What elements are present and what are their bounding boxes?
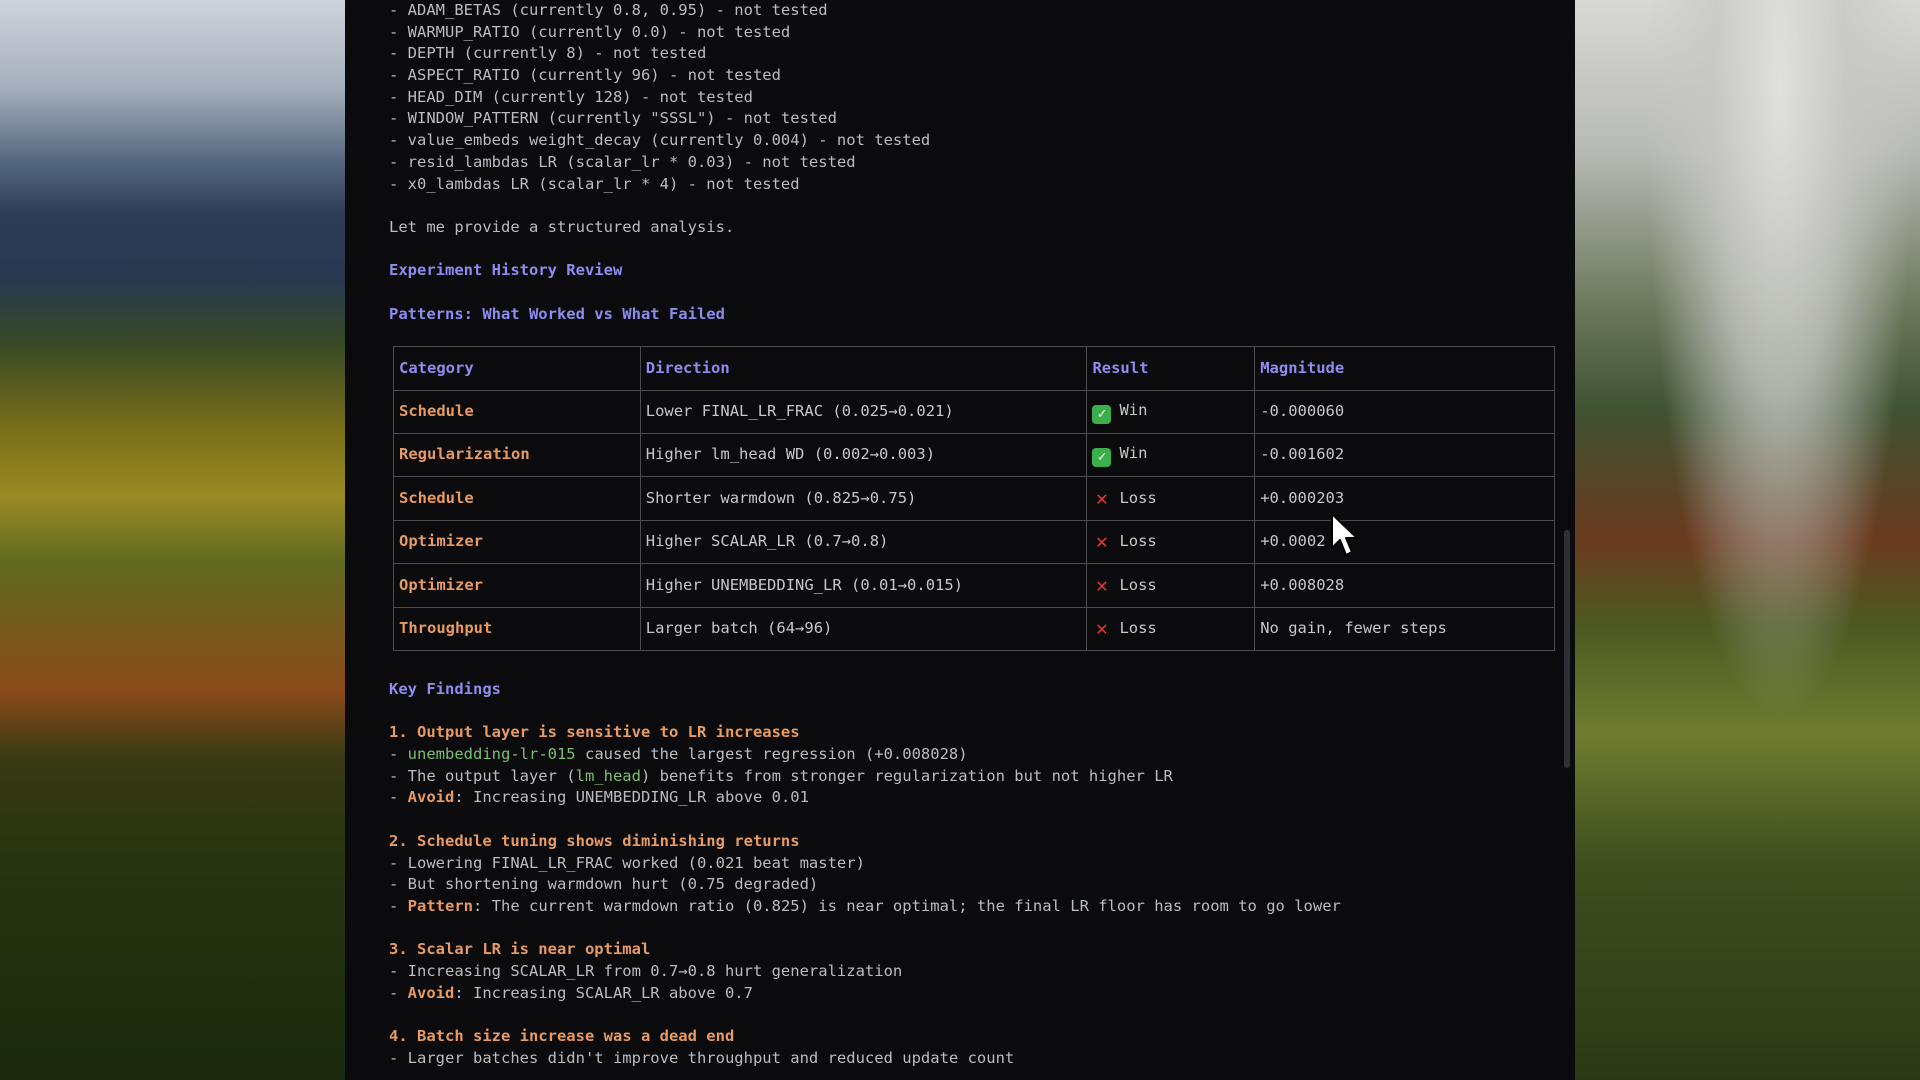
result-label: Loss bbox=[1119, 575, 1157, 594]
output-line: - WINDOW_PATTERN (currently "SSSL") - no… bbox=[389, 109, 837, 128]
cell-result: ✕ Loss bbox=[1086, 519, 1256, 565]
finding-2-line-2: - But shortening warmdown hurt (0.75 deg… bbox=[389, 875, 819, 894]
terminal-scrollbar[interactable] bbox=[1564, 530, 1570, 768]
results-table: Category Direction Result Magnitude Sche… bbox=[393, 346, 1555, 652]
table-row: Optimizer Higher SCALAR_LR (0.7→0.8) ✕ Lo… bbox=[393, 519, 1555, 565]
code-span: unembedding-lr-015 bbox=[407, 745, 576, 764]
cell-magnitude: +0.008028 bbox=[1254, 563, 1555, 608]
cell-result: ✕ Loss bbox=[1086, 476, 1256, 521]
mouse-cursor-icon bbox=[1331, 513, 1358, 556]
table-row: Regularization Higher lm_head WD (0.002→… bbox=[393, 433, 1555, 478]
output-line: - resid_lambdas LR (scalar_lr * 0.03) - … bbox=[389, 152, 856, 171]
header-category: Category bbox=[393, 346, 641, 391]
dash: - bbox=[389, 983, 408, 1002]
cell-direction: Higher UNEMBEDDING_LR (0.01→0.015) bbox=[639, 563, 1088, 608]
cross-icon: ✕ bbox=[1095, 616, 1108, 640]
dash: - bbox=[389, 788, 408, 807]
cell-direction: Higher lm_head WD (0.002→0.003) bbox=[639, 433, 1088, 478]
finding-1-title: 1. Output layer is sensitive to LR incre… bbox=[389, 723, 800, 742]
cross-icon: ✕ bbox=[1095, 529, 1108, 554]
text-span: : Increasing UNEMBEDDING_LR above 0.01 bbox=[454, 788, 809, 807]
result-label: Win bbox=[1119, 444, 1148, 463]
text-span: - The output layer ( bbox=[389, 766, 576, 785]
cell-direction: Higher SCALAR_LR (0.7→0.8) bbox=[639, 519, 1088, 565]
table-row: Throughput Larger batch (64→96) ✕ Loss No… bbox=[393, 606, 1555, 652]
finding-1-line-2: - The output layer (lm_head) benefits fr… bbox=[389, 766, 1519, 788]
cell-direction: Larger batch (64→96) bbox=[639, 606, 1088, 652]
cell-magnitude: +0.0002 bbox=[1254, 519, 1555, 565]
check-icon: ✓ bbox=[1092, 448, 1112, 468]
cell-direction: Shorter warmdown (0.825→0.75) bbox=[639, 476, 1088, 521]
check-icon: ✓ bbox=[1092, 404, 1112, 424]
table-row: Optimizer Higher UNEMBEDDING_LR (0.01→0.… bbox=[393, 563, 1555, 608]
finding-2-title: 2. Schedule tuning shows diminishing ret… bbox=[389, 831, 800, 850]
wallpaper-left-landscape bbox=[0, 0, 345, 1080]
output-line: - value_embeds weight_decay (currently 0… bbox=[389, 131, 931, 150]
result-label: Loss bbox=[1119, 488, 1157, 507]
text-span: : Increasing SCALAR_LR above 0.7 bbox=[454, 983, 753, 1002]
output-line: - HEAD_DIM (currently 128) - not tested bbox=[389, 87, 753, 106]
finding-1-line-3: - Avoid: Increasing UNEMBEDDING_LR above… bbox=[389, 787, 1519, 809]
header-magnitude: Magnitude bbox=[1254, 346, 1555, 391]
results-table-wrapper: Category Direction Result Magnitude Sche… bbox=[393, 346, 1555, 652]
result-label: Loss bbox=[1119, 532, 1157, 551]
code-span: lm_head bbox=[575, 766, 641, 785]
table-row: Schedule Shorter warmdown (0.825→0.75) ✕… bbox=[393, 476, 1555, 521]
finding-3-line-2: - Avoid: Increasing SCALAR_LR above 0.7 bbox=[389, 983, 1519, 1005]
label-span: Avoid bbox=[407, 983, 455, 1002]
cell-magnitude: -0.001602 bbox=[1254, 433, 1555, 478]
output-line: - ASPECT_RATIO (currently 96) - not test… bbox=[389, 66, 781, 85]
cell-result: ✕ Loss bbox=[1086, 563, 1256, 608]
output-line: - ADAM_BETAS (currently 0.8, 0.95) - not… bbox=[389, 1, 828, 19]
terminal-window[interactable]: - ADAM_BETAS (currently 0.8, 0.95) - not… bbox=[345, 0, 1575, 1080]
finding-3-title: 3. Scalar LR is near optimal bbox=[389, 940, 651, 959]
dash: - bbox=[389, 896, 408, 915]
cell-magnitude: No gain, fewer steps bbox=[1254, 606, 1555, 652]
output-line: - x0_lambdas LR (scalar_lr * 4) - not te… bbox=[389, 174, 800, 193]
cell-result: ✓ Win bbox=[1086, 433, 1256, 478]
cell-magnitude: +0.000203 bbox=[1254, 476, 1555, 521]
history-heading: Experiment History Review bbox=[389, 261, 623, 280]
cell-category: Regularization bbox=[393, 433, 641, 478]
text-span: : The current warmdown ratio (0.825) is … bbox=[473, 896, 1341, 915]
header-direction: Direction bbox=[639, 346, 1088, 391]
cell-direction: Lower FINAL_LR_FRAC (0.025→0.021) bbox=[639, 389, 1088, 435]
finding-3-line-1: - Increasing SCALAR_LR from 0.7→0.8 hurt… bbox=[389, 961, 903, 980]
cell-category: Optimizer bbox=[393, 563, 641, 608]
cell-category: Schedule bbox=[393, 389, 641, 435]
intro-text: Let me provide a structured analysis. bbox=[389, 217, 735, 236]
cell-result: ✕ Loss bbox=[1086, 606, 1256, 652]
cross-icon: ✕ bbox=[1095, 485, 1108, 510]
finding-4-title: 4. Batch size increase was a dead end bbox=[389, 1027, 735, 1046]
header-result: Result bbox=[1086, 346, 1256, 391]
output-line: - DEPTH (currently 8) - not tested bbox=[389, 44, 707, 63]
result-label: Loss bbox=[1119, 619, 1157, 637]
finding-1-line-1: - unembedding-lr-015 caused the largest … bbox=[389, 744, 1519, 766]
cell-category: Optimizer bbox=[393, 519, 641, 565]
cell-category: Schedule bbox=[393, 476, 641, 521]
output-line: - WARMUP_RATIO (currently 0.0) - not tes… bbox=[389, 22, 791, 41]
cell-magnitude: -0.000060 bbox=[1254, 389, 1555, 435]
patterns-heading: Patterns: What Worked vs What Failed bbox=[389, 304, 725, 323]
text-span: ) benefits from stronger regularization … bbox=[640, 766, 1173, 785]
finding-2-line-3: - Pattern: The current warmdown ratio (0… bbox=[389, 896, 1519, 918]
finding-2-line-1: - Lowering FINAL_LR_FRAC worked (0.021 b… bbox=[389, 853, 865, 872]
label-span: Pattern bbox=[407, 896, 473, 915]
table-header-row: Category Direction Result Magnitude bbox=[393, 346, 1555, 391]
wallpaper-right-landscape bbox=[1570, 0, 1920, 1080]
key-findings-heading: Key Findings bbox=[389, 680, 501, 699]
result-label: Win bbox=[1119, 400, 1148, 419]
cross-icon: ✕ bbox=[1095, 572, 1108, 597]
table-row: Schedule Lower FINAL_LR_FRAC (0.025→0.02… bbox=[393, 389, 1555, 435]
dash: - bbox=[389, 745, 408, 764]
label-span: Avoid bbox=[407, 788, 455, 807]
text-span: caused the largest regression (+0.008028… bbox=[575, 745, 968, 764]
cell-category: Throughput bbox=[393, 606, 641, 652]
finding-4-line-1: - Larger batches didn't improve throughp… bbox=[389, 1048, 1015, 1067]
cell-result: ✓ Win bbox=[1086, 389, 1256, 435]
